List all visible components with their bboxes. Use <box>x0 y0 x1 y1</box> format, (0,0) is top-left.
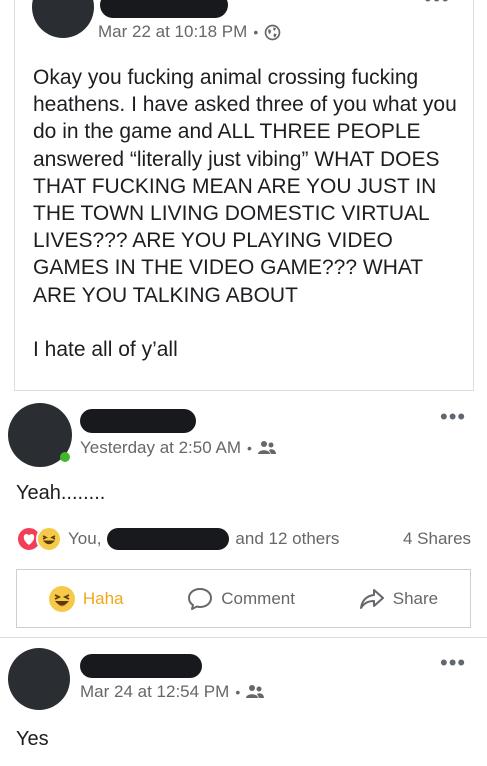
online-indicator <box>60 452 70 462</box>
post-meta: Mar 24 at 12:54 PM • <box>80 682 265 702</box>
post-text: Okay you fucking animal crossing fucking… <box>33 64 463 363</box>
post-paragraph: I hate all of y’all <box>33 337 178 361</box>
redacted-author-name <box>80 409 196 433</box>
comment-button[interactable]: Comment <box>187 587 295 611</box>
separator-dot: • <box>235 684 241 700</box>
post-meta: Mar 22 at 10:18 PM • <box>98 22 281 42</box>
post-paragraph: Okay you fucking animal crossing fucking… <box>33 66 457 307</box>
haha-label: Haha <box>82 588 124 608</box>
redacted-name <box>107 528 230 550</box>
shares-count[interactable]: 4 Shares <box>403 529 471 549</box>
friends-icon <box>257 441 276 454</box>
divider <box>0 637 487 638</box>
globe-icon <box>264 24 281 40</box>
comment-label: Comment <box>221 588 295 608</box>
post-meta: Yesterday at 2:50 AM • <box>80 438 276 458</box>
more-options-icon[interactable]: ••• <box>440 652 466 674</box>
timestamp[interactable]: Mar 22 at 10:18 PM <box>98 22 247 42</box>
separator-dot: • <box>253 24 259 40</box>
comment-text: Yes <box>16 728 49 750</box>
reactions-summary[interactable]: You, and 12 others <box>16 526 339 552</box>
comment-text: Yeah........ <box>16 482 106 504</box>
redacted-author-name <box>80 654 202 678</box>
share-label: Share <box>392 588 439 608</box>
haha-icon <box>48 585 75 612</box>
share-icon <box>359 588 384 609</box>
timestamp[interactable]: Yesterday at 2:50 AM <box>80 438 241 458</box>
reaction-names-suffix: and 12 others <box>235 529 340 548</box>
friends-icon <box>246 685 265 698</box>
redacted-author-name <box>100 0 228 18</box>
reaction-names-prefix: You, <box>68 529 102 548</box>
comment-icon <box>188 587 213 610</box>
separator-dot: • <box>246 440 252 456</box>
haha-reaction-icon <box>36 526 62 552</box>
avatar[interactable] <box>8 648 70 710</box>
more-options-icon[interactable]: ••• <box>424 0 450 10</box>
timestamp[interactable]: Mar 24 at 12:54 PM <box>80 682 229 702</box>
action-bar: Haha Comment Share <box>16 569 471 628</box>
share-button[interactable]: Share <box>359 588 438 610</box>
more-options-icon[interactable]: ••• <box>440 406 466 428</box>
haha-button[interactable]: Haha <box>48 585 124 612</box>
